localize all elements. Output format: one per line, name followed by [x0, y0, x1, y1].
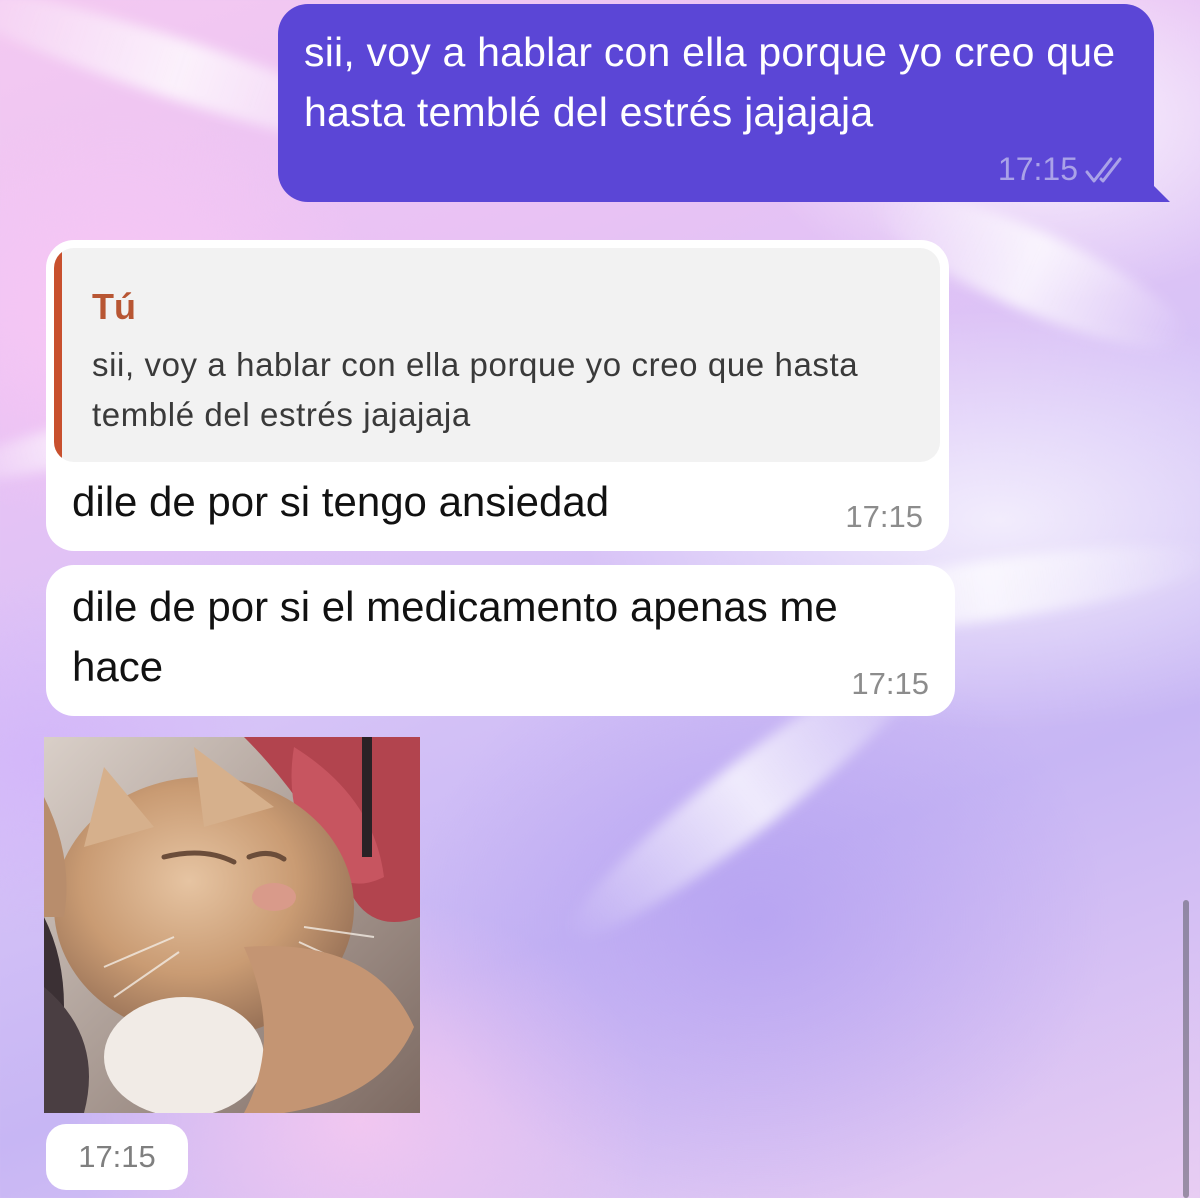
- incoming-message-bubble[interactable]: dile de por si el medicamento apenas me …: [46, 565, 955, 716]
- cat-gif-illustration: [44, 737, 420, 1113]
- quoted-text: sii, voy a hablar con ella porque yo cre…: [92, 346, 859, 433]
- double-check-icon: [1084, 155, 1128, 185]
- quoted-author: Tú: [92, 286, 136, 327]
- outgoing-message-bubble[interactable]: sii, voy a hablar con ella porque yo cre…: [278, 4, 1170, 202]
- message-text: sii, voy a hablar con ella porque yo cre…: [304, 29, 1116, 135]
- cat-gif[interactable]: [44, 737, 420, 1113]
- gif-time-badge: 17:15: [46, 1124, 188, 1190]
- scrollbar[interactable]: [1183, 900, 1189, 1198]
- bubble-tail: [1146, 178, 1170, 202]
- message-text: dile de por si el medicamento apenas me …: [72, 583, 838, 690]
- message-text: dile de por si tengo ansiedad: [72, 478, 610, 525]
- message-time: 17:15: [845, 499, 923, 534]
- quoted-reply[interactable]: Tú sii, voy a hablar con ella porque yo …: [54, 248, 940, 462]
- message-time: 17:15: [997, 151, 1078, 187]
- incoming-reply-message-bubble[interactable]: Tú sii, voy a hablar con ella porque yo …: [46, 240, 949, 551]
- message-time: 17:15: [851, 666, 929, 701]
- quote-accent-bar: [54, 248, 62, 462]
- message-meta: 17:15: [998, 151, 1128, 188]
